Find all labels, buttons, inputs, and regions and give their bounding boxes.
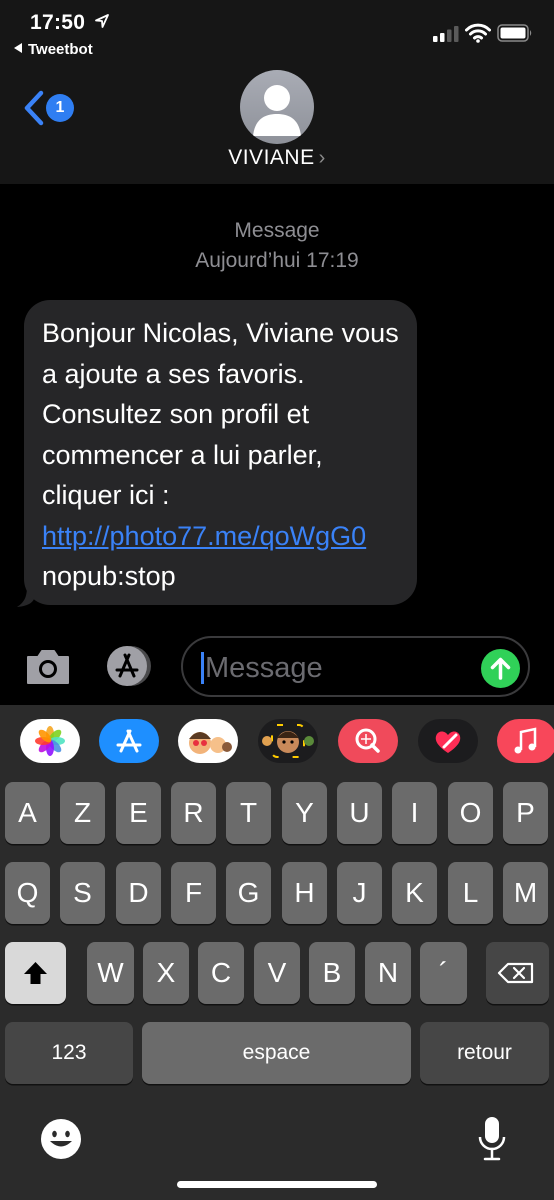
contact-avatar[interactable]: [240, 70, 314, 144]
photos-icon: [20, 719, 80, 763]
digital-touch-icon: [418, 719, 478, 763]
key-f[interactable]: F: [171, 862, 216, 924]
location-arrow-icon: [95, 14, 109, 28]
music-icon: [497, 719, 554, 763]
key-n[interactable]: N: [365, 942, 411, 1004]
images-search-icon: [338, 719, 398, 763]
message-timestamp: Aujourd’hui 17:19: [195, 249, 359, 272]
key-o[interactable]: O: [448, 782, 493, 844]
contact-name: VIVIANE: [228, 146, 315, 169]
cellular-signal-icon: [433, 26, 459, 42]
back-app-label: Tweetbot: [28, 41, 93, 58]
key-x[interactable]: X: [143, 942, 189, 1004]
digital-touch-button[interactable]: [418, 719, 478, 763]
photos-app-button[interactable]: [20, 719, 80, 763]
shift-arrow-icon: [24, 962, 47, 984]
key-acute-accent[interactable]: ´: [420, 942, 467, 1004]
status-time: 17:50: [30, 11, 86, 34]
arrow-up-icon: [490, 657, 511, 680]
key-e[interactable]: E: [116, 782, 161, 844]
music-app-button[interactable]: [497, 719, 554, 763]
navigation-header: 17:50 Tweetbot 1 VIVIANE ›: [0, 0, 554, 184]
memoji-stickers-icon: [178, 719, 238, 763]
key-t[interactable]: T: [226, 782, 271, 844]
back-to-app-link[interactable]: Tweetbot: [14, 41, 93, 58]
imessage-app-strip: [0, 705, 554, 779]
battery-icon: [497, 24, 532, 42]
contact-chevron-icon: ›: [318, 147, 326, 169]
back-button[interactable]: 1: [22, 88, 74, 128]
key-u[interactable]: U: [337, 782, 382, 844]
return-key[interactable]: retour: [420, 1022, 549, 1084]
wifi-icon: [465, 23, 491, 43]
person-silhouette-icon: [253, 85, 301, 136]
contact-name-button[interactable]: VIVIANE ›: [0, 146, 554, 170]
key-q[interactable]: Q: [5, 862, 50, 924]
microphone-icon[interactable]: [478, 1115, 506, 1163]
key-d[interactable]: D: [116, 862, 161, 924]
numbers-key[interactable]: 123: [5, 1022, 133, 1084]
key-j[interactable]: J: [337, 862, 382, 924]
app-store-app-button[interactable]: [99, 719, 159, 763]
images-search-button[interactable]: [338, 719, 398, 763]
app-store-button-icon[interactable]: [103, 645, 157, 687]
key-c[interactable]: C: [198, 942, 244, 1004]
shift-key[interactable]: [5, 942, 66, 1004]
message-footer-text: nopub:stop: [42, 561, 176, 591]
chevron-left-icon: [24, 90, 44, 126]
back-triangle-icon: [14, 43, 22, 53]
camera-icon[interactable]: [24, 645, 72, 687]
key-g[interactable]: G: [226, 862, 271, 924]
keyboard: A Z E R T Y U I O P Q S D F G H J K L M …: [0, 705, 554, 1200]
app-store-icon: [99, 719, 159, 763]
message-text: Bonjour Nicolas, Viviane vous a ajoute a…: [42, 318, 399, 510]
incoming-message-bubble[interactable]: Bonjour Nicolas, Viviane vous a ajoute a…: [24, 300, 417, 605]
key-y[interactable]: Y: [282, 782, 327, 844]
service-label: Message: [234, 219, 320, 242]
key-r[interactable]: R: [171, 782, 216, 844]
message-placeholder: Message: [205, 652, 323, 684]
text-cursor: [201, 652, 204, 684]
key-p[interactable]: P: [503, 782, 548, 844]
delete-key[interactable]: [486, 942, 549, 1004]
key-l[interactable]: L: [448, 862, 493, 924]
space-key[interactable]: espace: [142, 1022, 411, 1084]
key-s[interactable]: S: [60, 862, 105, 924]
key-w[interactable]: W: [87, 942, 134, 1004]
unread-count-badge: 1: [46, 94, 74, 122]
backspace-icon: [497, 962, 534, 984]
key-h[interactable]: H: [282, 862, 327, 924]
key-i[interactable]: I: [392, 782, 437, 844]
message-input[interactable]: Message: [181, 636, 530, 697]
animoji-button[interactable]: [258, 719, 318, 763]
send-button[interactable]: [481, 649, 520, 688]
key-v[interactable]: V: [254, 942, 300, 1004]
animoji-icon: [258, 719, 318, 763]
home-indicator[interactable]: [177, 1181, 377, 1188]
emoji-keyboard-icon[interactable]: [40, 1118, 82, 1160]
key-k[interactable]: K: [392, 862, 437, 924]
key-a[interactable]: A: [5, 782, 50, 844]
message-link[interactable]: http://photo77.me/qoWgG0: [42, 521, 366, 551]
key-z[interactable]: Z: [60, 782, 105, 844]
key-m[interactable]: M: [503, 862, 548, 924]
key-b[interactable]: B: [309, 942, 355, 1004]
memoji-stickers-button[interactable]: [178, 719, 238, 763]
